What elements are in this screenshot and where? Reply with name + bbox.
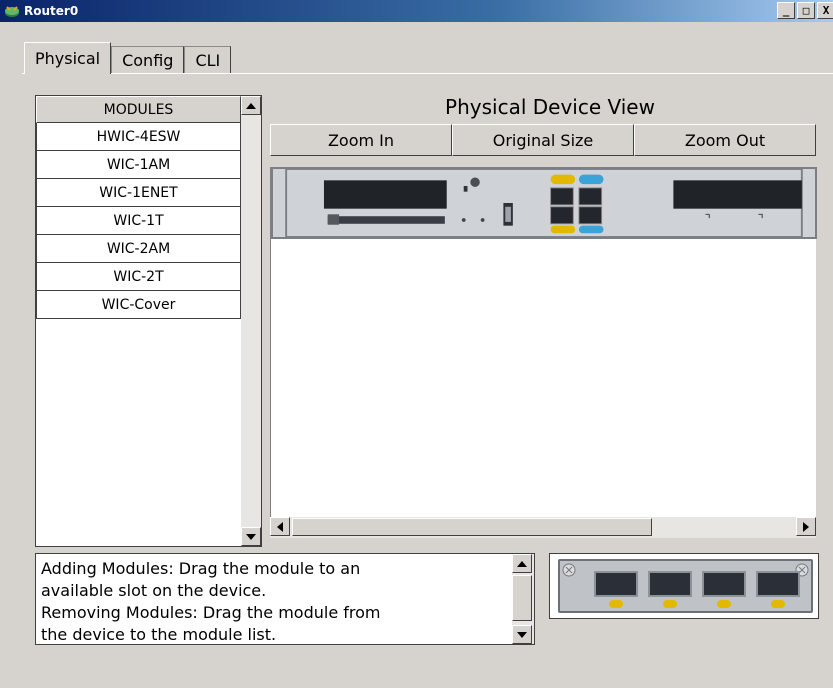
slot-0-blank[interactable] xyxy=(323,180,447,209)
window-title: Router0 xyxy=(24,4,79,18)
preview-port-0 xyxy=(594,571,638,597)
zoom-in-button[interactable]: Zoom In xyxy=(270,124,452,156)
module-item-wic-1enet[interactable]: WIC-1ENET xyxy=(36,179,241,207)
tab-bar: Physical Config CLI xyxy=(24,42,232,74)
port-fa0-2[interactable] xyxy=(550,206,574,225)
module-item-wic-1am[interactable]: WIC-1AM xyxy=(36,151,241,179)
window-title-bar[interactable]: Router0 _ □ X xyxy=(0,0,833,22)
instructions-line-3: Removing Modules: Drag the module from xyxy=(41,603,381,622)
port-fa0-1[interactable] xyxy=(578,187,603,206)
module-list: MODULES HWIC-4ESW WIC-1AM WIC-1ENET WIC-… xyxy=(35,95,262,547)
canvas-horizontal-scrollbar[interactable] xyxy=(270,517,816,538)
preview-led-2 xyxy=(717,600,731,608)
module-item-wic-cover[interactable]: WIC-Cover xyxy=(36,291,241,319)
arrow-left-icon xyxy=(277,521,283,532)
scroll-up-button[interactable] xyxy=(241,96,261,115)
zoom-toolbar: Zoom In Original Size Zoom Out xyxy=(270,124,816,156)
power-switch-icon xyxy=(470,177,480,187)
module-item-wic-2t[interactable]: WIC-2T xyxy=(36,263,241,291)
tab-cli[interactable]: CLI xyxy=(184,46,232,74)
tab-config[interactable]: Config xyxy=(111,46,185,74)
module-items: HWIC-4ESW WIC-1AM WIC-1ENET WIC-1T WIC-2… xyxy=(36,123,241,319)
arrow-up-icon xyxy=(246,102,256,109)
module-item-wic-1t[interactable]: WIC-1T xyxy=(36,207,241,235)
info-scroll-thumb[interactable] xyxy=(512,575,532,621)
preview-port-2 xyxy=(702,571,746,597)
instructions-line-4: the device to the module list. xyxy=(41,625,277,644)
port-fa0-0[interactable] xyxy=(550,187,574,206)
module-preview xyxy=(549,553,819,619)
arrow-right-icon xyxy=(803,521,809,532)
arrow-up-icon xyxy=(517,560,527,567)
scroll-right-button[interactable] xyxy=(796,517,816,536)
arrow-down-icon xyxy=(246,533,256,540)
scroll-thumb[interactable] xyxy=(292,518,652,536)
module-item-wic-2am[interactable]: WIC-2AM xyxy=(36,235,241,263)
tab-panel-border xyxy=(22,73,833,75)
slot-1-blank[interactable] xyxy=(673,180,802,209)
maximize-button[interactable]: □ xyxy=(797,2,815,19)
port-fa0-3[interactable] xyxy=(578,206,603,225)
original-size-button[interactable]: Original Size xyxy=(452,124,634,156)
scroll-down-button[interactable] xyxy=(241,527,261,546)
preview-led-3 xyxy=(771,600,785,608)
scroll-left-button[interactable] xyxy=(270,517,290,536)
preview-port-3 xyxy=(756,571,800,597)
device-canvas[interactable] xyxy=(270,167,817,517)
module-card-image xyxy=(558,559,813,613)
preview-led-0 xyxy=(609,600,623,608)
module-list-scrollbar[interactable] xyxy=(241,96,261,546)
info-scroll-down-button[interactable] xyxy=(512,625,532,644)
physical-device-view-title: Physical Device View xyxy=(445,95,655,119)
modules-header[interactable]: MODULES xyxy=(36,96,241,123)
instructions-box: Adding Modules: Drag the module to an av… xyxy=(35,553,535,645)
module-item-hwic-4esw[interactable]: HWIC-4ESW xyxy=(36,123,241,151)
preview-led-1 xyxy=(663,600,677,608)
minimize-button[interactable]: _ xyxy=(777,2,795,19)
instructions-line-2: available slot on the device. xyxy=(41,581,267,600)
preview-port-1 xyxy=(648,571,692,597)
router-chassis[interactable] xyxy=(271,167,817,239)
router-icon xyxy=(5,6,19,17)
info-scroll-up-button[interactable] xyxy=(512,554,532,573)
instructions-scrollbar[interactable] xyxy=(512,554,534,644)
close-button[interactable]: X xyxy=(817,2,833,19)
zoom-out-button[interactable]: Zoom Out xyxy=(634,124,816,156)
tab-physical[interactable]: Physical xyxy=(24,42,112,74)
instructions-line-1: Adding Modules: Drag the module to an xyxy=(41,559,361,578)
screw-icon xyxy=(562,563,576,577)
arrow-down-icon xyxy=(517,631,527,638)
instructions-text: Adding Modules: Drag the module to an av… xyxy=(41,558,511,644)
